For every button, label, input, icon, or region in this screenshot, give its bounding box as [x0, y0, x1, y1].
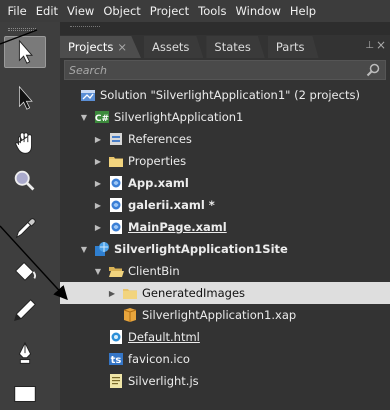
tree-item-label: Silverlight.js — [128, 374, 199, 388]
pencil-tool-button[interactable] — [4, 294, 46, 326]
tree-item-label: SilverlightApplication1 — [114, 110, 244, 124]
menu-help[interactable]: Help — [285, 4, 320, 18]
menu-object[interactable]: Object — [99, 4, 145, 18]
menu-file[interactable]: File — [3, 4, 31, 18]
pan-tool-icon — [15, 132, 32, 154]
tab-assets[interactable]: Assets — [143, 36, 204, 58]
web-project-icon — [94, 241, 110, 257]
direct-selection-tool-button[interactable] — [4, 82, 46, 114]
search-input[interactable] — [65, 61, 355, 79]
tree-item-label: Default.html — [128, 330, 200, 344]
tree-item-label: Solution "SilverlightApplication1" (2 pr… — [100, 88, 360, 102]
eyedropper-tool-button[interactable] — [4, 212, 46, 244]
folder-icon — [108, 153, 124, 169]
expand-arrow-icon[interactable]: ▶ — [92, 157, 104, 166]
pan-tool-button[interactable] — [4, 128, 46, 160]
expand-arrow-icon[interactable]: ▶ — [92, 223, 104, 232]
selection-tool-icon — [18, 39, 34, 64]
menu-tools[interactable]: Tools — [194, 4, 231, 18]
tree-item-label: Properties — [128, 154, 187, 168]
expand-arrow-icon[interactable]: ▶ — [92, 135, 104, 144]
tree-item-label: GeneratedImages — [142, 286, 246, 300]
tab-projects[interactable]: Projects × — [60, 36, 141, 58]
paint-bucket-tool-button[interactable] — [4, 254, 46, 286]
search-box — [64, 60, 386, 80]
tree-item[interactable]: ▶ App.xaml — [60, 172, 390, 194]
tree-item[interactable]: SilverlightApplication1.xap — [60, 304, 390, 326]
toolbox-grip[interactable] — [8, 28, 36, 31]
pen-tool-button[interactable] — [4, 338, 46, 370]
collapse-arrow-icon[interactable]: ▼ — [78, 245, 90, 254]
tab-states[interactable]: States — [206, 36, 265, 58]
xaml-icon — [108, 175, 124, 191]
folder-icon — [122, 285, 138, 301]
tree-item-label: SilverlightApplication1Site — [114, 242, 288, 256]
tree-item-label: galerii.xaml * — [128, 198, 215, 212]
selection-tool-button[interactable] — [4, 36, 46, 68]
rectangle-tool-icon — [14, 386, 36, 402]
tree-item[interactable]: ts favicon.ico — [60, 348, 390, 370]
close-tab-icon[interactable]: × — [117, 40, 127, 54]
zoom-tool-button[interactable] — [4, 166, 46, 198]
tab-label: Assets — [151, 40, 190, 54]
expand-arrow-icon[interactable]: ▶ — [92, 179, 104, 188]
tree-item[interactable]: ▶ galerii.xaml * — [60, 194, 390, 216]
collapse-arrow-icon[interactable]: ▼ — [92, 267, 104, 276]
cs-project-icon: C# — [94, 109, 110, 125]
eyedropper-tool-icon — [15, 218, 36, 239]
xaml-icon — [108, 197, 124, 213]
tree-item[interactable]: ▶ MainPage.xaml — [60, 216, 390, 238]
toolbox — [0, 22, 60, 410]
collapse-arrow-icon[interactable]: ▼ — [78, 113, 90, 122]
paint-bucket-tool-icon — [15, 261, 37, 281]
expand-arrow-icon[interactable]: ▶ — [106, 289, 118, 298]
projects-panel: Projects×AssetsStatesParts ⊥ × Solution … — [60, 22, 390, 410]
svg-text:C#: C# — [95, 114, 109, 124]
menu-project[interactable]: Project — [145, 4, 193, 18]
tree-item[interactable]: ▼ SilverlightApplication1Site — [60, 238, 390, 260]
expand-arrow-icon[interactable]: ▶ — [92, 201, 104, 210]
direct-selection-tool-icon — [19, 85, 33, 110]
tab-label: Parts — [275, 40, 305, 54]
rectangle-tool-button[interactable] — [4, 378, 46, 410]
tree-item-label: MainPage.xaml — [128, 220, 227, 234]
tree-item[interactable]: ▼ ClientBin — [60, 260, 390, 282]
tree-item-label: App.xaml — [128, 176, 189, 190]
ico-file-icon: ts — [108, 351, 124, 367]
tree-item-label: favicon.ico — [128, 352, 190, 366]
tree-item[interactable]: Silverlight.js — [60, 370, 390, 392]
zoom-tool-icon — [14, 170, 35, 191]
tree-item-label: SilverlightApplication1.xap — [142, 308, 297, 322]
panel-tabs: Projects × Assets States Parts — [60, 36, 322, 58]
references-icon — [108, 131, 124, 147]
menu-view[interactable]: View — [63, 4, 99, 18]
tree-item-label: References — [128, 132, 192, 146]
tree-item[interactable]: Solution "SilverlightApplication1" (2 pr… — [60, 84, 390, 106]
tree-item[interactable]: ▼ C# SilverlightApplication1 — [60, 106, 390, 128]
menu-edit[interactable]: Edit — [31, 4, 62, 18]
pin-icon[interactable]: ⊥ — [365, 40, 374, 51]
solution-icon — [80, 87, 96, 103]
js-file-icon — [108, 373, 124, 389]
search-icon[interactable] — [365, 62, 381, 78]
tree-item[interactable]: ▶ References — [60, 128, 390, 150]
tree-item[interactable]: ▶ Properties — [60, 150, 390, 172]
tab-label: States — [214, 40, 251, 54]
xap-icon — [122, 307, 138, 323]
menu-window[interactable]: Window — [231, 4, 285, 18]
pen-tool-icon — [18, 341, 32, 364]
xaml-icon — [108, 219, 124, 235]
panel-grip-strip[interactable] — [60, 22, 390, 35]
tree-item[interactable]: Default.html — [60, 326, 390, 348]
html-icon — [108, 329, 124, 345]
menu-bar: File Edit View Object Project Tools Window Help — [0, 0, 390, 22]
close-panel-icon[interactable]: × — [376, 38, 386, 52]
tab-label: Projects — [68, 40, 114, 54]
pencil-tool-icon — [14, 299, 36, 321]
svg-text:ts: ts — [111, 355, 122, 366]
folder-open-icon — [108, 263, 124, 279]
tree-item[interactable]: ▶ GeneratedImages — [60, 282, 390, 304]
tree-item-label: ClientBin — [128, 264, 180, 278]
tab-parts[interactable]: Parts — [267, 36, 319, 58]
